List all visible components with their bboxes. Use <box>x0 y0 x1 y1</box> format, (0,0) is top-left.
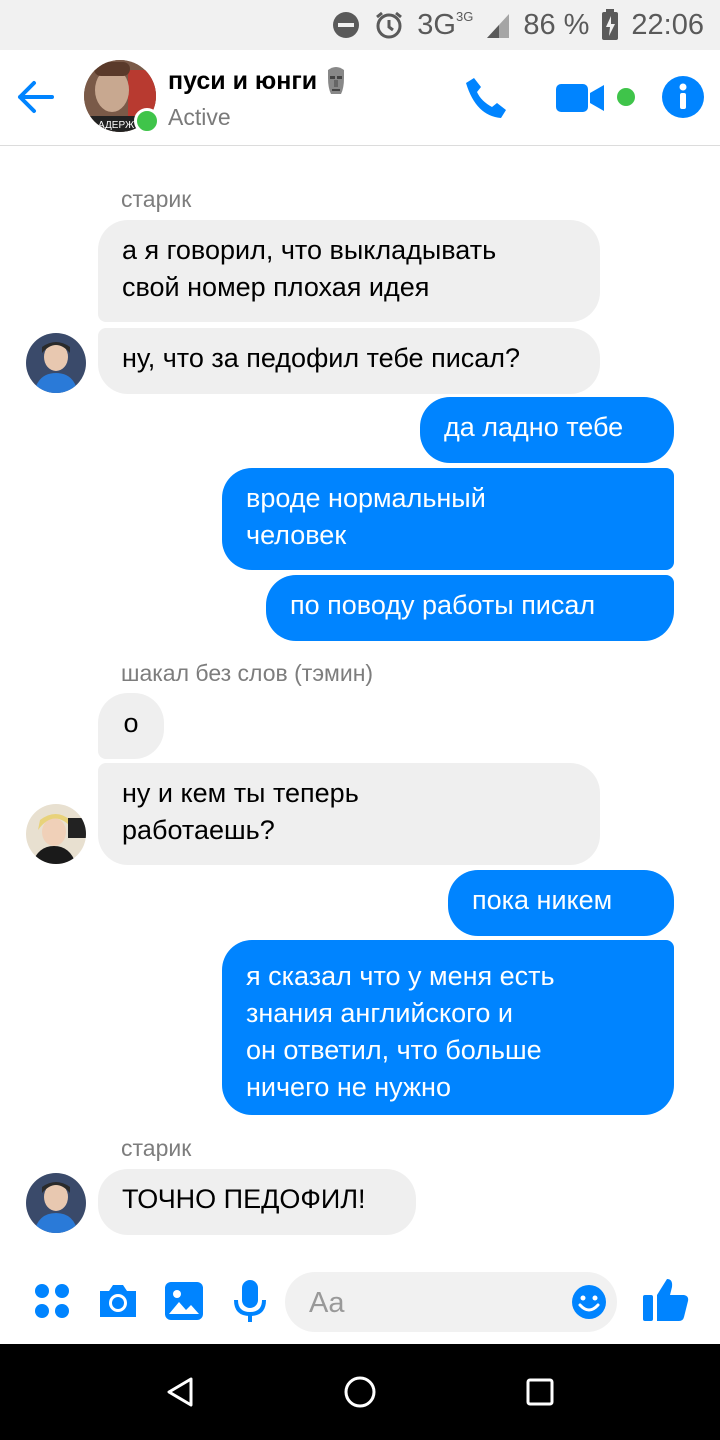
message-input[interactable] <box>307 1272 551 1334</box>
back-arrow-icon <box>18 81 54 113</box>
message-bubble-outgoing[interactable]: вроде нормальный человек <box>222 468 674 570</box>
message-bubble-incoming[interactable]: а я говорил, что выкладывать свой номер … <box>98 220 600 322</box>
gallery-icon <box>165 1282 203 1320</box>
message-input-box[interactable] <box>285 1272 617 1334</box>
apps-icon <box>35 1284 69 1318</box>
sender-name: старик <box>121 186 192 212</box>
clock: 22:06 <box>631 8 704 41</box>
online-indicator <box>134 108 160 134</box>
avatar-caption: АДЕРЖ <box>98 120 135 131</box>
message-bubble-outgoing[interactable]: по поводу работы писал <box>266 575 674 641</box>
message-bubble-incoming[interactable]: о <box>98 693 164 759</box>
avatar-starik[interactable] <box>26 1173 86 1233</box>
avatar-taemin[interactable] <box>26 804 86 864</box>
video-active-dot <box>617 88 635 106</box>
microphone-icon <box>234 1280 266 1322</box>
apps-button[interactable] <box>29 1278 75 1324</box>
video-call-button[interactable] <box>554 80 606 116</box>
sender-name: шакал без слов (тэмин) <box>121 660 374 686</box>
like-button[interactable] <box>640 1274 692 1326</box>
avatar-starik[interactable] <box>26 333 86 393</box>
home-circle-icon <box>344 1376 376 1408</box>
message-bubble-incoming[interactable]: ну, что за педофил тебе писал? <box>98 328 600 394</box>
status-bar: 3G 3G 86 % 22:06 <box>0 0 720 50</box>
message-bubble-outgoing[interactable]: пока никем <box>448 870 674 936</box>
microphone-button[interactable] <box>227 1278 273 1324</box>
back-triangle-icon <box>167 1377 193 1407</box>
chat-title-text: пуси и юнги <box>168 66 318 95</box>
chat-header: АДЕРЖ пуси и юнги Active <box>0 50 720 146</box>
recents-square-icon <box>526 1378 554 1406</box>
chat-title[interactable]: пуси и юнги <box>168 66 349 96</box>
sender-name: старик <box>121 1135 192 1161</box>
phone-icon <box>466 78 506 118</box>
system-nav-bar <box>0 1344 720 1440</box>
nav-recents-button[interactable] <box>518 1370 562 1414</box>
network-label: 3G <box>417 8 456 41</box>
network-type: 3G 3G <box>417 9 473 42</box>
do-not-disturb-icon <box>331 10 361 40</box>
battery-charging-icon <box>601 9 619 41</box>
alarm-icon <box>373 9 405 41</box>
nav-back-button[interactable] <box>158 1370 202 1414</box>
message-bubble-outgoing[interactable]: я сказал что у меня есть знания английск… <box>222 940 674 1115</box>
emoji-button[interactable] <box>571 1284 607 1320</box>
battery-percent: 86 % <box>523 8 590 41</box>
composer-bar <box>0 1262 720 1344</box>
video-camera-icon <box>556 84 604 112</box>
gallery-button[interactable] <box>161 1278 207 1324</box>
info-button[interactable] <box>662 76 704 118</box>
camera-button[interactable] <box>95 1278 141 1324</box>
emoji-icon <box>572 1285 606 1319</box>
nav-home-button[interactable] <box>338 1370 382 1414</box>
moai-emoji-icon <box>328 67 345 94</box>
message-bubble-incoming[interactable]: ну и кем ты теперь работаешь? <box>98 763 600 865</box>
voice-call-button[interactable] <box>462 74 510 122</box>
info-icon <box>679 83 687 109</box>
network-sup: 3G <box>455 8 474 24</box>
camera-icon <box>100 1285 136 1317</box>
thumbs-up-icon <box>643 1279 689 1321</box>
message-bubble-incoming[interactable]: ТОЧНО ПЕДОФИЛ! <box>98 1169 416 1235</box>
back-button[interactable] <box>14 75 58 119</box>
signal-icon <box>485 10 511 40</box>
chat-status: Active <box>168 104 231 130</box>
message-bubble-outgoing[interactable]: да ладно тебе <box>420 397 674 463</box>
